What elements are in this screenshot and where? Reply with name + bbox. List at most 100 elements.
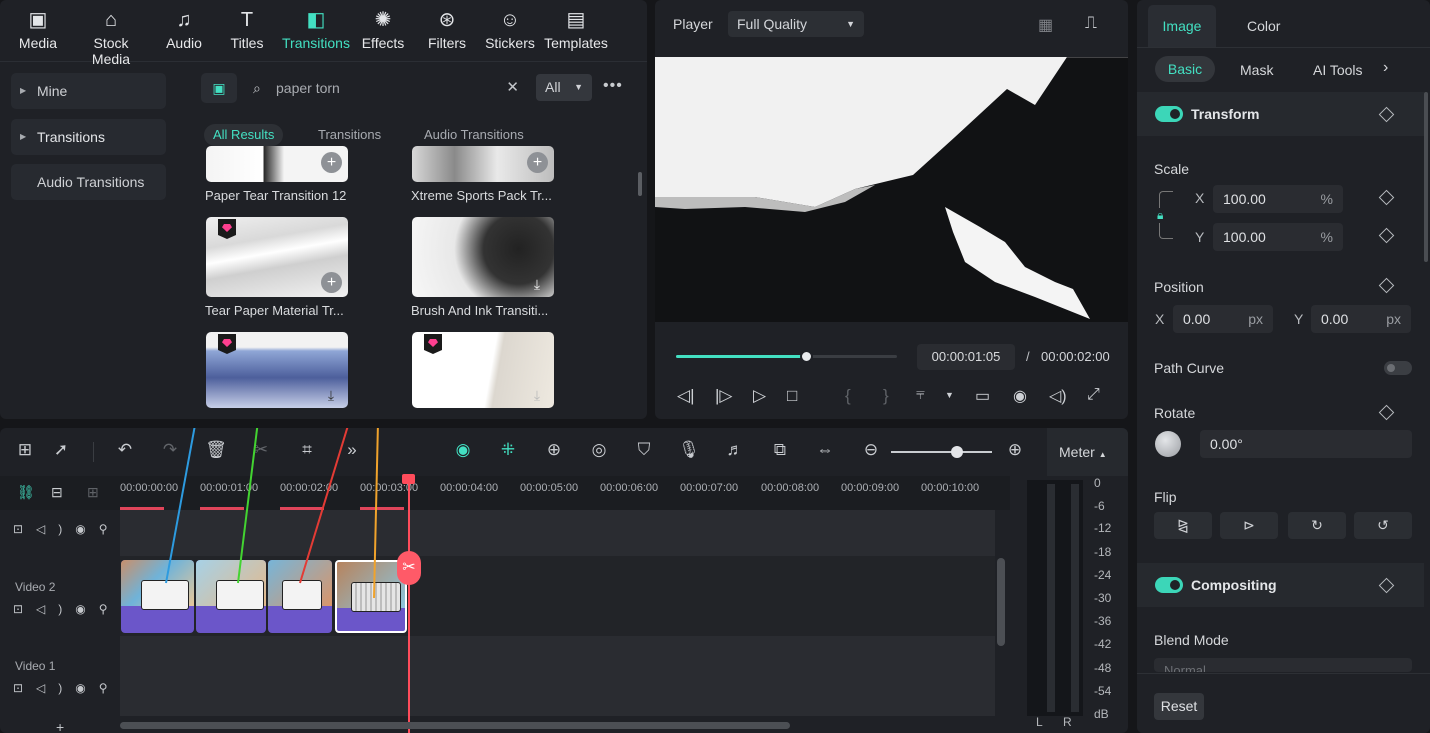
tab-audio-transitions[interactable]: Audio Transitions — [415, 124, 533, 146]
transition-thumbnail[interactable]: + — [206, 146, 348, 182]
volume-icon[interactable]: ◁) — [1049, 386, 1067, 406]
flip-vertical-icon[interactable]: ⊳ — [1220, 512, 1278, 539]
transform-toggle[interactable] — [1155, 106, 1183, 122]
category-transitions[interactable]: ▶ Transitions — [11, 119, 166, 155]
add-icon[interactable]: + — [527, 152, 548, 173]
transition-marker[interactable] — [216, 580, 264, 610]
select-tool-icon[interactable]: ➚ — [49, 440, 73, 460]
compositing-toggle[interactable] — [1155, 577, 1183, 593]
path-curve-toggle[interactable] — [1384, 361, 1412, 375]
category-audio-transitions[interactable]: Audio Transitions — [11, 164, 166, 200]
zoom-slider[interactable] — [891, 446, 992, 458]
snapshot-camera-icon[interactable]: ◉ — [1013, 386, 1027, 406]
track-video-3[interactable] — [120, 510, 995, 556]
download-icon[interactable]: ⤓ — [322, 386, 340, 404]
transition-thumbnail[interactable]: ⤓ — [206, 332, 348, 408]
tab-all-results[interactable]: All Results — [204, 124, 284, 146]
search-input[interactable]: ⌕ paper torn ✕ — [243, 74, 529, 102]
keyframe-diamond-icon[interactable] — [1378, 227, 1395, 244]
mark-in-icon[interactable]: { — [845, 386, 851, 406]
download-icon[interactable]: ⤓ — [528, 386, 546, 404]
transition-thumbnail[interactable]: + — [412, 146, 554, 182]
subtab-basic[interactable]: Basic — [1155, 56, 1215, 82]
ai-assistant-icon[interactable]: ◉ — [451, 440, 475, 460]
toolbar-stock-media[interactable]: ⌂ Stock Media — [73, 6, 149, 67]
playback-progress-bar[interactable] — [676, 350, 897, 363]
rotate-right-icon[interactable]: ↻ — [1288, 512, 1346, 539]
scale-x-field[interactable]: 100.00% — [1213, 185, 1343, 213]
toolbar-transitions[interactable]: ◧ Transitions — [278, 6, 354, 51]
timeline-horizontal-scrollbar[interactable] — [120, 722, 790, 729]
reset-button[interactable]: Reset — [1154, 693, 1204, 720]
shield-icon[interactable]: ⛉ — [632, 440, 656, 460]
zoom-out-icon[interactable]: ⊖ — [859, 440, 883, 460]
lock-icon[interactable]: 🔒︎ — [1157, 208, 1164, 223]
video-clip[interactable] — [196, 560, 266, 633]
fullscreen-icon[interactable]: ⤢ — [1087, 386, 1100, 404]
add-icon[interactable]: + — [321, 152, 342, 173]
transform-section-header[interactable]: Transform — [1137, 92, 1424, 136]
replace-clip-icon[interactable]: ⧉ — [768, 440, 792, 460]
quality-dropdown[interactable]: Full Quality ▼ — [728, 11, 864, 37]
mark-out-icon[interactable]: } — [883, 386, 889, 406]
download-icon[interactable]: ⤓ — [528, 275, 546, 293]
next-frame-icon[interactable]: |▷ — [715, 386, 733, 406]
toolbar-stickers[interactable]: ☺ Stickers — [472, 6, 548, 51]
toolbar-titles[interactable]: T Titles — [209, 6, 285, 51]
more-tools-icon[interactable]: » — [340, 440, 364, 460]
transition-marker[interactable] — [351, 582, 401, 612]
position-x-field[interactable]: 0.00 px — [1173, 305, 1273, 333]
stop-icon[interactable]: □ — [787, 386, 797, 406]
subtab-mask[interactable]: Mask — [1240, 62, 1273, 78]
meter-toggle[interactable]: Meter ▲ — [1047, 428, 1128, 476]
more-icon[interactable]: ••• — [603, 77, 623, 95]
compositing-section-header[interactable]: Compositing — [1137, 563, 1424, 607]
microphone-icon[interactable]: 🎙︎ — [677, 440, 701, 460]
transition-thumbnail[interactable]: ⤓ — [412, 217, 554, 297]
timeline-vertical-scrollbar[interactable] — [997, 558, 1005, 646]
rotate-field[interactable]: 0.00° — [1200, 430, 1412, 458]
music-list-icon[interactable]: ♬ — [723, 440, 747, 460]
rotate-left-icon[interactable]: ↺ — [1354, 512, 1412, 539]
add-camera-icon[interactable]: ⊕ — [542, 440, 566, 460]
category-mine[interactable]: ▶ Mine — [11, 73, 166, 109]
chevron-right-icon[interactable]: › — [1383, 59, 1388, 77]
delete-icon[interactable]: 🗑︎ — [204, 440, 228, 460]
flip-horizontal-icon[interactable]: ⧎ — [1154, 512, 1212, 539]
play-icon[interactable]: ▷ — [753, 386, 766, 406]
keyframe-diamond-icon[interactable] — [1378, 577, 1395, 594]
clear-search-icon[interactable]: ✕ — [506, 74, 519, 102]
cut-icon[interactable]: ✂ — [249, 440, 273, 460]
fit-width-icon[interactable]: ⇔ — [813, 440, 837, 460]
track-layout-icon[interactable]: ⊞ — [87, 484, 99, 501]
tab-color[interactable]: Color — [1247, 18, 1280, 34]
track-controls[interactable]: ⊡◁)◉⚲ — [13, 681, 121, 695]
keyframe-diamond-icon[interactable] — [1378, 106, 1395, 123]
track-controls[interactable]: ⊡◁)◉⚲ — [13, 602, 121, 616]
toolbar-templates[interactable]: ▤ Templates — [538, 6, 614, 51]
track-controls[interactable]: ⊡◁)◉⚲ — [13, 522, 121, 536]
position-y-field[interactable]: 0.00 px — [1311, 305, 1411, 333]
zoom-in-icon[interactable]: ⊕ — [1003, 440, 1027, 460]
playhead-line[interactable] — [408, 480, 410, 733]
link-icon[interactable]: ⛓︎ — [17, 484, 35, 501]
prev-frame-icon[interactable]: ◁| — [677, 386, 695, 406]
redo-icon[interactable]: ↷ — [158, 440, 182, 460]
inspector-scrollbar[interactable] — [1424, 92, 1428, 262]
scrollbar-thumb[interactable] — [638, 172, 642, 196]
add-icon[interactable]: + — [321, 272, 342, 293]
snap-icon[interactable]: ⁜ — [496, 440, 520, 460]
waveform-icon[interactable]: ⎍ — [1085, 13, 1097, 33]
scale-y-field[interactable]: 100.00% — [1213, 223, 1343, 251]
group-icon[interactable]: ⊟ — [51, 484, 63, 501]
chevron-down-icon[interactable]: ▼ — [945, 390, 954, 400]
keyframe-diamond-icon[interactable] — [1378, 277, 1395, 294]
add-track-icon[interactable]: + — [56, 719, 64, 733]
transition-thumbnail[interactable]: ⤓ — [412, 332, 554, 408]
video-clip[interactable] — [268, 560, 332, 633]
store-icon[interactable]: ▣ — [201, 73, 237, 103]
zoom-slider-handle[interactable] — [951, 446, 963, 458]
undo-icon[interactable]: ↶ — [113, 440, 137, 460]
transition-thumbnail[interactable]: + — [206, 217, 348, 297]
insert-icon[interactable]: ⫧ — [916, 386, 925, 404]
